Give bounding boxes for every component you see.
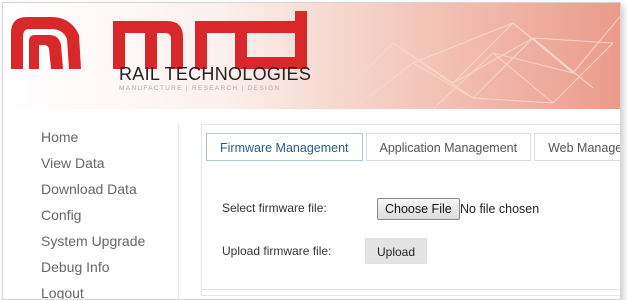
nav-item-debug-info[interactable]: Debug Info	[28, 254, 178, 280]
nav-item-system-upgrade[interactable]: System Upgrade	[28, 228, 178, 254]
upload-button[interactable]: Upload	[365, 238, 427, 264]
mrd-logo	[11, 11, 307, 69]
choose-file-button[interactable]: Choose File	[377, 198, 460, 220]
nav-item-view-data[interactable]: View Data	[28, 150, 178, 176]
firmware-panel: Firmware Management Application Manageme…	[201, 124, 620, 296]
nav-item-config[interactable]: Config	[28, 202, 178, 228]
nav-item-download-data[interactable]: Download Data	[28, 176, 178, 202]
tab-web-management[interactable]: Web Management	[534, 133, 620, 161]
company-tagline: MANUFACTURE | RESEARCH | DESIGN	[119, 85, 281, 92]
upload-firmware-label: Upload firmware file:	[222, 244, 332, 258]
panel-divider	[202, 289, 620, 290]
nav-item-logout[interactable]: Logout	[28, 280, 178, 299]
select-firmware-label: Select firmware file:	[222, 201, 327, 215]
header-pattern	[333, 15, 620, 109]
file-status-text: No file chosen	[460, 202, 540, 216]
header-banner: RAIL TECHNOLOGIES MANUFACTURE | RESEARCH…	[3, 3, 620, 109]
sidebar-nav: Home View Data Download Data Config Syst…	[28, 124, 179, 299]
tab-bar: Firmware Management Application Manageme…	[206, 133, 620, 163]
company-name: RAIL TECHNOLOGIES	[119, 64, 312, 84]
tab-firmware-management[interactable]: Firmware Management	[206, 133, 363, 161]
browser-frame: RAIL TECHNOLOGIES MANUFACTURE | RESEARCH…	[2, 2, 621, 300]
tab-application-management[interactable]: Application Management	[365, 133, 532, 161]
nav-item-home[interactable]: Home	[28, 124, 178, 150]
